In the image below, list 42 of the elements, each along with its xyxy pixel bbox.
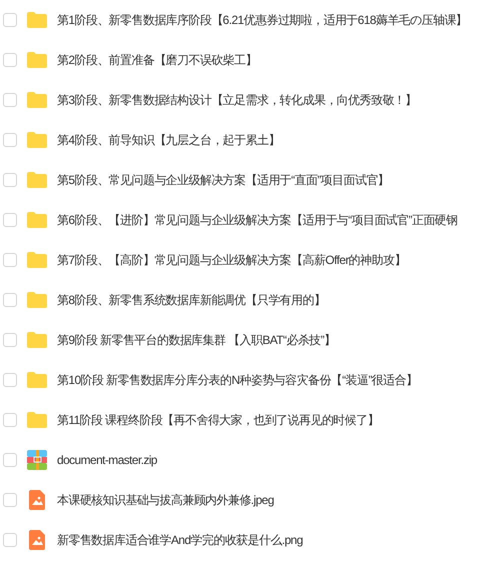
folder-icon [27, 372, 47, 388]
checkbox[interactable] [3, 493, 17, 507]
checkbox[interactable] [3, 13, 17, 27]
file-name[interactable]: 第4阶段、前导知识【九层之台，起于累土】 [57, 131, 280, 149]
file-name[interactable]: 本课硬核知识基础与拔高兼顾内外兼修.jpeg [57, 491, 274, 509]
folder-icon [27, 52, 47, 68]
folder-icon [27, 332, 47, 348]
file-name[interactable]: 第10阶段 新零售数据库分库分表的N种姿势与容灾备份【“装逼”很适合】 [57, 371, 418, 389]
file-name[interactable]: 第3阶段、新零售数据结构设计【立足需求，转化成果，向优秀致敬！】 [57, 91, 416, 109]
archive-icon [27, 450, 47, 470]
folder-icon [27, 172, 47, 188]
folder-icon [27, 12, 47, 28]
checkbox[interactable] [3, 293, 17, 307]
file-name[interactable]: 第8阶段、新零售系统数据库新能调优【只学有用的】 [57, 291, 326, 309]
file-name[interactable]: 第1阶段、新零售数据库序阶段【6.21优惠券过期啦，适用于618薅羊毛の压轴课】 [57, 11, 468, 29]
file-name[interactable]: 第2阶段、前置准备【磨刀不误砍柴工】 [57, 51, 257, 69]
checkbox[interactable] [3, 53, 17, 67]
folder-icon [27, 252, 47, 268]
checkbox[interactable] [3, 253, 17, 267]
image-file-icon [29, 490, 45, 510]
file-name[interactable]: 第5阶段、常见问题与企业级解决方案【适用于“直面”项目面试官】 [57, 171, 390, 189]
folder-icon [27, 412, 47, 428]
folder-icon [27, 92, 47, 108]
folder-icon [27, 212, 47, 228]
file-name[interactable]: 第11阶段 课程终阶段【再不舍得大家，也到了说再见的时候了】 [57, 411, 379, 429]
checkbox[interactable] [3, 533, 17, 547]
checkbox[interactable] [3, 333, 17, 347]
checkbox[interactable] [3, 213, 17, 227]
file-name[interactable]: 新零售数据库适合谁学And学完的收获是什么.png [57, 531, 303, 549]
checkbox[interactable] [3, 133, 17, 147]
checkbox[interactable] [3, 373, 17, 387]
checkbox[interactable] [3, 453, 17, 467]
checkbox[interactable] [3, 173, 17, 187]
checkbox[interactable] [3, 93, 17, 107]
image-file-icon [29, 530, 45, 550]
file-name[interactable]: document-master.zip [57, 451, 157, 469]
folder-icon [27, 292, 47, 308]
file-name[interactable]: 第9阶段 新零售平台的数据库集群 【入职BAT“必杀技”】 [57, 331, 336, 349]
checkbox[interactable] [3, 413, 17, 427]
folder-icon [27, 132, 47, 148]
file-name[interactable]: 第7阶段、【高阶】常见问题与企业级解决方案【高薪Offer的神助攻】 [57, 251, 406, 269]
file-name[interactable]: 第6阶段、【进阶】常见问题与企业级解决方案【适用于与“项目面试官”正面硬钢 [57, 211, 458, 229]
